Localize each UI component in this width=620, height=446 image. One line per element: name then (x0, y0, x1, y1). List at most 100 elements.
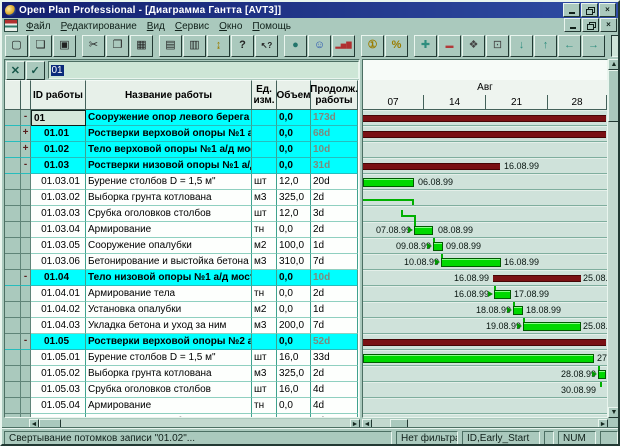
cell-volume[interactable]: 16,0 (277, 350, 311, 366)
cell-name[interactable]: Установка опалубки (86, 302, 252, 318)
cell-id[interactable]: 01.02 (31, 142, 86, 158)
cell-volume[interactable]: 93,0 (277, 414, 311, 418)
table-row[interactable]: 01.03.05Сооружение опалубким2100,01d (5, 238, 359, 254)
vertical-scroll-thumb[interactable] (608, 70, 620, 122)
cell-volume[interactable]: 0,0 (277, 286, 311, 302)
table-row[interactable]: -01.03Ростверки низовой опоры №1 а/д м0,… (5, 158, 359, 174)
cell-volume[interactable]: 0,0 (277, 126, 311, 142)
activity-bar[interactable] (523, 322, 581, 331)
summary-bar[interactable] (493, 275, 581, 282)
header-volume[interactable]: Объем (277, 80, 311, 110)
page-arrows-button[interactable]: ↨ (207, 35, 230, 57)
table-row[interactable]: 01.03.01Бурение столбов D = 1,5 м"шт12,0… (5, 174, 359, 190)
cell-duration[interactable]: 2d (311, 222, 358, 238)
summary-bar[interactable] (363, 339, 606, 346)
row-header-cell[interactable] (5, 286, 21, 302)
cell-unit[interactable]: м3 (252, 318, 277, 334)
table-row[interactable]: -01.04Тело низовой опоры №1 а/д моста0,0… (5, 270, 359, 286)
cell-duration[interactable]: 33d (311, 350, 358, 366)
row-header-cell[interactable] (5, 302, 21, 318)
row-header-cell[interactable] (5, 270, 21, 286)
cell-duration[interactable]: 68d (311, 126, 358, 142)
child-minimize-button[interactable] (564, 18, 581, 32)
help-button[interactable]: ? (231, 35, 254, 57)
app-logo-icon[interactable] (5, 5, 16, 16)
cell-name[interactable]: Армирование (86, 222, 252, 238)
table-row[interactable]: 01.05.04Армированиетн0,04d (5, 398, 359, 414)
activity-bar[interactable] (513, 306, 523, 315)
row-header-cell[interactable] (5, 190, 21, 206)
paste-button[interactable]: ▦ (130, 35, 153, 57)
context-help-button[interactable]: ↖? (255, 35, 278, 57)
circle-tool-button[interactable]: ● (284, 35, 307, 57)
expander-toggle[interactable]: + (21, 142, 31, 158)
cell-name[interactable]: Сооружение опалубки (86, 414, 252, 418)
cell-id[interactable]: 01.03.01 (31, 174, 86, 190)
print-preview-button[interactable]: ▥ (183, 35, 206, 57)
cell-name[interactable]: Армирование тела (86, 286, 252, 302)
cell-volume[interactable]: 12,0 (277, 206, 311, 222)
cell-name[interactable]: Тело низовой опоры №1 а/д моста (86, 270, 252, 286)
activity-bar[interactable] (494, 290, 511, 299)
row-header-cell[interactable] (5, 366, 21, 382)
cell-id[interactable]: 01.04.01 (31, 286, 86, 302)
cell-volume[interactable]: 0,0 (277, 398, 311, 414)
cell-volume[interactable]: 12,0 (277, 174, 311, 190)
cell-id[interactable]: 01.04 (31, 270, 86, 286)
cell-unit[interactable] (252, 142, 277, 158)
cell-duration[interactable]: 3d (311, 206, 358, 222)
cell-name[interactable]: Ростверки низовой опоры №1 а/д м (86, 158, 252, 174)
cell-name[interactable]: Укладка бетона и уход за ним (86, 318, 252, 334)
cell-unit[interactable]: м2 (252, 414, 277, 418)
activity-bar[interactable] (363, 178, 414, 187)
cell-volume[interactable]: 325,0 (277, 366, 311, 382)
cell-volume[interactable]: 0,0 (277, 158, 311, 174)
cell-unit[interactable] (252, 334, 277, 350)
cell-id[interactable]: 01.04.03 (31, 318, 86, 334)
cell-name[interactable]: Ростверки верховой опоры №1 а/д (86, 126, 252, 142)
gantt-view-button[interactable]: Z (611, 35, 620, 57)
cell-id[interactable]: 01.03.04 (31, 222, 86, 238)
unlink-activities-button[interactable]: ⊡ (486, 35, 509, 57)
header-duration[interactable]: Продолж. работы (311, 80, 358, 110)
add-activity-button[interactable]: ✚ (414, 35, 437, 57)
child-close-button[interactable]: × (600, 18, 617, 32)
row-header-cell[interactable] (5, 254, 21, 270)
cost-units-button[interactable]: ① (361, 35, 384, 57)
row-header-cell[interactable] (5, 126, 21, 142)
row-header-cell[interactable] (5, 158, 21, 174)
table-row[interactable]: -01.05Ростверки верховой опоры №2 а/д0,0… (5, 334, 359, 350)
table-row[interactable]: 01.04.02Установка опалубким20,01d (5, 302, 359, 318)
cell-duration[interactable]: 10d (311, 270, 358, 286)
cell-name[interactable]: Бурение столбов D = 1,5 м" (86, 174, 252, 190)
row-header-cell[interactable] (5, 238, 21, 254)
header-unit[interactable]: Ед. изм. (252, 80, 277, 110)
arrow-down-button[interactable]: ↓ (510, 35, 533, 57)
table-row[interactable]: 01.05.02Выборка грунта котлованам3325,02… (5, 366, 359, 382)
cell-volume[interactable]: 200,0 (277, 318, 311, 334)
cell-duration[interactable]: 1d (311, 238, 358, 254)
row-header-cell[interactable] (5, 318, 21, 334)
cell-unit[interactable]: м2 (252, 302, 277, 318)
table-row[interactable]: 01.04.01Армирование телатн0,02d (5, 286, 359, 302)
activity-bar[interactable] (598, 370, 606, 379)
cell-id[interactable]: 01.05.05 (31, 414, 86, 418)
cell-duration[interactable]: 4d (311, 398, 358, 414)
cell-unit[interactable] (252, 110, 277, 126)
percent-complete-button[interactable]: % (385, 35, 408, 57)
expander-toggle[interactable]: - (21, 334, 31, 350)
cell-id[interactable]: 01.05.04 (31, 398, 86, 414)
save-file-button[interactable]: ▣ (53, 35, 76, 57)
table-row[interactable]: 01.05.03Срубка оголовков столбовшт16,04d (5, 382, 359, 398)
delete-activity-button[interactable]: ▬ (438, 35, 461, 57)
cell-id[interactable]: 01.05 (31, 334, 86, 350)
cell-unit[interactable]: тн (252, 286, 277, 302)
table-row[interactable]: 01.03.04Армированиетн0,02d (5, 222, 359, 238)
table-row[interactable]: 01.05.01Бурение столбов D = 1,5 м"шт16,0… (5, 350, 359, 366)
cell-duration[interactable]: 1d (311, 302, 358, 318)
cell-volume[interactable]: 310,0 (277, 254, 311, 270)
cell-volume[interactable]: 0,0 (277, 142, 311, 158)
row-header-cell[interactable] (5, 206, 21, 222)
cell-id[interactable]: 01.03.06 (31, 254, 86, 270)
cell-name[interactable]: Армирование (86, 398, 252, 414)
